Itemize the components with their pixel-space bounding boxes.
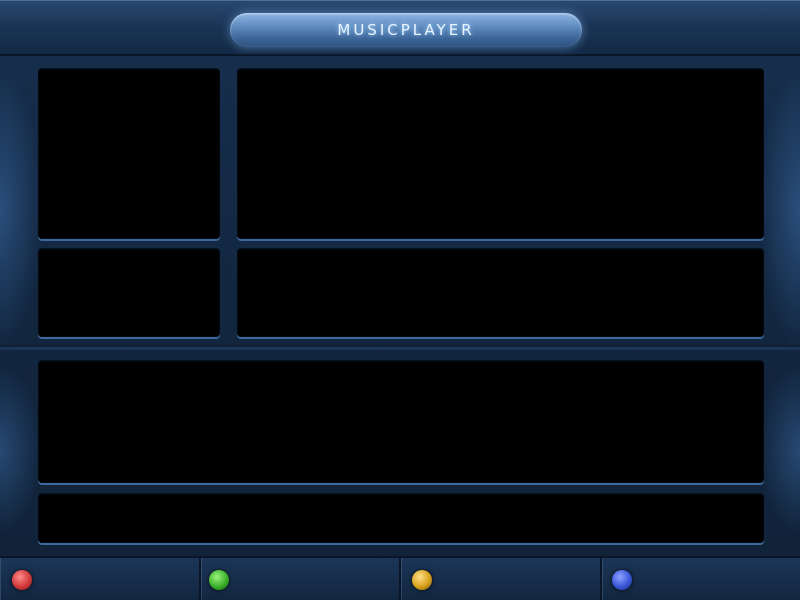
green-dot-icon: [208, 570, 229, 590]
footer-bar: [0, 556, 800, 600]
blue-button[interactable]: [602, 558, 800, 600]
blue-dot-icon: [611, 570, 632, 590]
red-dot-icon: [12, 570, 32, 590]
time-display-panel: [38, 249, 220, 337]
cover-art-panel: [38, 69, 220, 239]
green-button[interactable]: [201, 558, 401, 600]
track-info-panel: [237, 69, 764, 239]
title-plate: MUSICPLAYER: [230, 13, 582, 47]
yellow-dot-icon: [412, 570, 432, 590]
red-button[interactable]: [0, 558, 201, 600]
app-title: MUSICPLAYER: [337, 21, 475, 39]
header-bar: MUSICPLAYER: [0, 0, 800, 56]
music-player-window: MUSICPLAYER: [0, 0, 800, 600]
playlist-panel[interactable]: [38, 361, 764, 483]
status-panel: [38, 494, 764, 543]
yellow-button[interactable]: [401, 558, 602, 600]
visualizer-panel: [237, 249, 764, 337]
section-divider: [0, 345, 800, 351]
